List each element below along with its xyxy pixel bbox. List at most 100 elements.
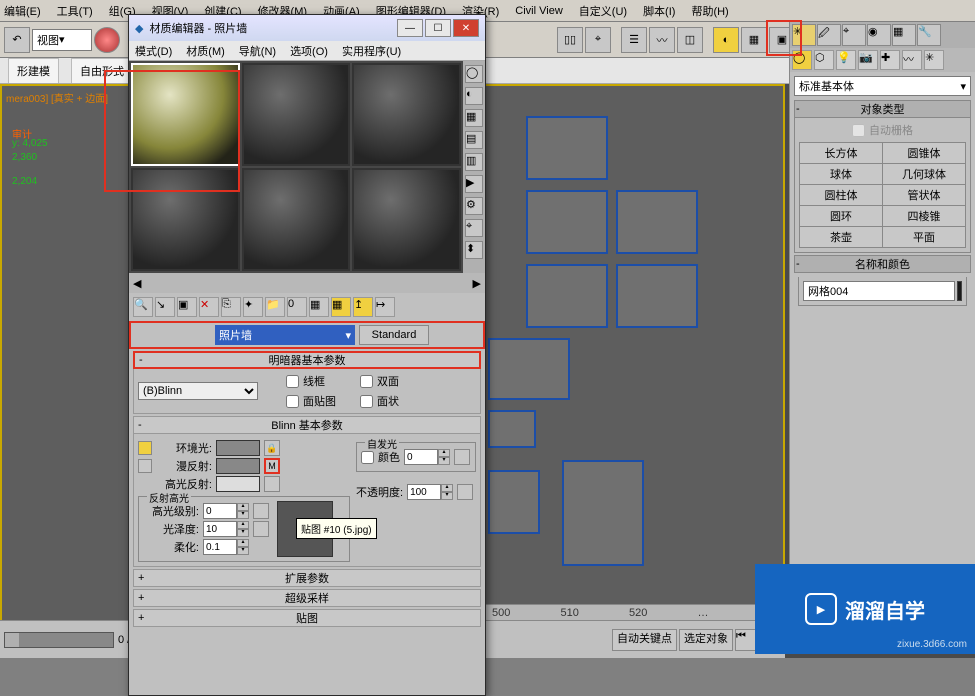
material-slot-1[interactable] xyxy=(131,63,240,166)
tab-create[interactable]: ✳ xyxy=(792,24,816,46)
diffuse-swatch[interactable] xyxy=(216,458,260,474)
material-slot-4[interactable] xyxy=(131,168,240,271)
face-map-checkbox[interactable] xyxy=(286,395,299,408)
gloss-map-button[interactable] xyxy=(253,521,269,537)
two-sided-checkbox[interactable] xyxy=(360,375,373,388)
faceted-checkbox[interactable] xyxy=(360,395,373,408)
soften-input[interactable] xyxy=(203,539,237,555)
mat-menu-material[interactable]: 材质(M) xyxy=(186,43,225,59)
tab-modify[interactable]: 🖉 xyxy=(817,24,841,46)
go-parent-button[interactable]: ↥ xyxy=(353,297,373,317)
layers-button[interactable]: ☰ xyxy=(621,27,647,53)
wire-checkbox[interactable] xyxy=(286,375,299,388)
assign-to-sel-button[interactable]: ▣ xyxy=(177,297,197,317)
schematic-button[interactable]: ◫ xyxy=(677,27,703,53)
cylinder-button[interactable]: 圆柱体 xyxy=(800,185,882,205)
key-filter-dropdown[interactable]: 选定对象 xyxy=(679,629,733,651)
scene-object[interactable] xyxy=(616,190,698,254)
material-slot-3[interactable] xyxy=(352,63,461,166)
spec-level-input[interactable] xyxy=(203,503,237,519)
specular-swatch[interactable] xyxy=(216,476,260,492)
helpers-icon[interactable]: ✚ xyxy=(880,50,900,70)
reset-map-button[interactable]: ✕ xyxy=(199,297,219,317)
menu-help[interactable]: 帮助(H) xyxy=(691,3,728,19)
show-end-result-button[interactable]: ▦ xyxy=(331,297,351,317)
undo-button[interactable]: ↶ xyxy=(4,27,30,53)
torus-button[interactable]: 圆环 xyxy=(800,206,882,226)
make-unique-button[interactable]: ✦ xyxy=(243,297,263,317)
background-button[interactable]: ▦ xyxy=(465,109,483,127)
lock-ambient-diffuse[interactable] xyxy=(138,441,152,455)
mat-map-nav-button[interactable]: ⬍ xyxy=(465,241,483,259)
tab-motion[interactable]: ◉ xyxy=(867,24,891,46)
supersampling-header[interactable]: +超级采样 xyxy=(133,589,481,607)
render-setup-button[interactable]: ▦ xyxy=(741,27,767,53)
scene-object[interactable] xyxy=(526,190,608,254)
shader-dropdown[interactable]: (B)Blinn xyxy=(138,382,258,400)
nav-right-icon[interactable]: ▶ xyxy=(473,277,481,290)
scene-object[interactable] xyxy=(526,264,608,328)
shader-params-header[interactable]: -明暗器基本参数 xyxy=(133,351,481,369)
menu-tools[interactable]: 工具(T) xyxy=(57,3,93,19)
align-button[interactable]: ▯▯ xyxy=(557,27,583,53)
geosphere-button[interactable]: 几何球体 xyxy=(883,164,965,184)
menu-customize[interactable]: 自定义(U) xyxy=(579,3,627,19)
ribbon-tab-modeling[interactable]: 形建模 xyxy=(8,58,59,83)
mirror-button[interactable]: ⌖ xyxy=(585,27,611,53)
name-color-header[interactable]: -名称和颜色 xyxy=(794,255,971,273)
material-slot-5[interactable] xyxy=(242,168,351,271)
close-button[interactable]: ✕ xyxy=(453,19,479,37)
object-type-header[interactable]: -对象类型 xyxy=(794,100,971,118)
geometry-icon[interactable]: ◯ xyxy=(792,50,812,70)
nav-left-icon[interactable]: ◀ xyxy=(133,277,141,290)
opacity-input[interactable] xyxy=(407,484,441,500)
get-material-button[interactable]: 🔍 xyxy=(133,297,153,317)
lights-icon[interactable]: 💡 xyxy=(836,50,856,70)
scene-object[interactable] xyxy=(488,470,540,534)
tab-display[interactable]: ▦ xyxy=(892,24,916,46)
material-slot-2[interactable] xyxy=(242,63,351,166)
lock-diffuse-spec[interactable] xyxy=(138,459,152,473)
material-slot-6[interactable] xyxy=(352,168,461,271)
goto-start-button[interactable]: ⏮ xyxy=(735,629,757,651)
show-in-vp-button[interactable]: ▦ xyxy=(309,297,329,317)
make-copy-button[interactable]: ⎘ xyxy=(221,297,241,317)
object-name-input[interactable] xyxy=(803,281,955,301)
sphere-button[interactable]: 球体 xyxy=(800,164,882,184)
shapes-icon[interactable]: ⬡ xyxy=(814,50,834,70)
mat-menu-utilities[interactable]: 实用程序(U) xyxy=(342,43,401,59)
self-illum-input[interactable] xyxy=(404,449,438,465)
systems-icon[interactable]: ✳ xyxy=(924,50,944,70)
maps-header[interactable]: +贴图 xyxy=(133,609,481,627)
mat-menu-modes[interactable]: 模式(D) xyxy=(135,43,172,59)
mat-id-button[interactable]: 0 xyxy=(287,297,307,317)
box-button[interactable]: 长方体 xyxy=(800,143,882,163)
ambient-lock-icon[interactable]: 🔒 xyxy=(264,440,280,456)
scene-object[interactable] xyxy=(562,460,644,566)
object-color-swatch[interactable] xyxy=(957,281,962,301)
sample-type-button[interactable]: ◯ xyxy=(465,65,483,83)
trackbar[interactable]: 500 510 520 … 700 xyxy=(484,604,785,620)
maximize-button[interactable]: ☐ xyxy=(425,19,451,37)
material-type-button[interactable]: Standard xyxy=(359,325,429,345)
material-editor-button[interactable]: ◐ xyxy=(713,27,739,53)
mat-menu-options[interactable]: 选项(O) xyxy=(290,43,328,59)
go-forward-button[interactable]: ↦ xyxy=(375,297,395,317)
make-preview-button[interactable]: ▶ xyxy=(465,175,483,193)
self-illum-color-checkbox[interactable] xyxy=(361,451,374,464)
ambient-swatch[interactable] xyxy=(216,440,260,456)
opacity-map-button[interactable] xyxy=(457,484,473,500)
menu-civil-view[interactable]: Civil View xyxy=(515,5,562,17)
primitive-type-dropdown[interactable]: 标准基本体▾ xyxy=(794,76,971,96)
plane-button[interactable]: 平面 xyxy=(883,227,965,247)
teapot-icon[interactable] xyxy=(94,27,120,53)
backlight-button[interactable]: ◐ xyxy=(465,87,483,105)
spacewarps-icon[interactable]: 〰 xyxy=(902,50,922,70)
spec-level-map-button[interactable] xyxy=(253,503,269,519)
cameras-icon[interactable]: 📷 xyxy=(858,50,878,70)
teapot-button[interactable]: 茶壶 xyxy=(800,227,882,247)
minimize-button[interactable]: — xyxy=(397,19,423,37)
material-editor-titlebar[interactable]: ◆ 材质编辑器 - 照片墙 — ☐ ✕ xyxy=(129,15,485,41)
tab-utilities[interactable]: 🔧 xyxy=(917,24,941,46)
sample-uv-button[interactable]: ▤ xyxy=(465,131,483,149)
